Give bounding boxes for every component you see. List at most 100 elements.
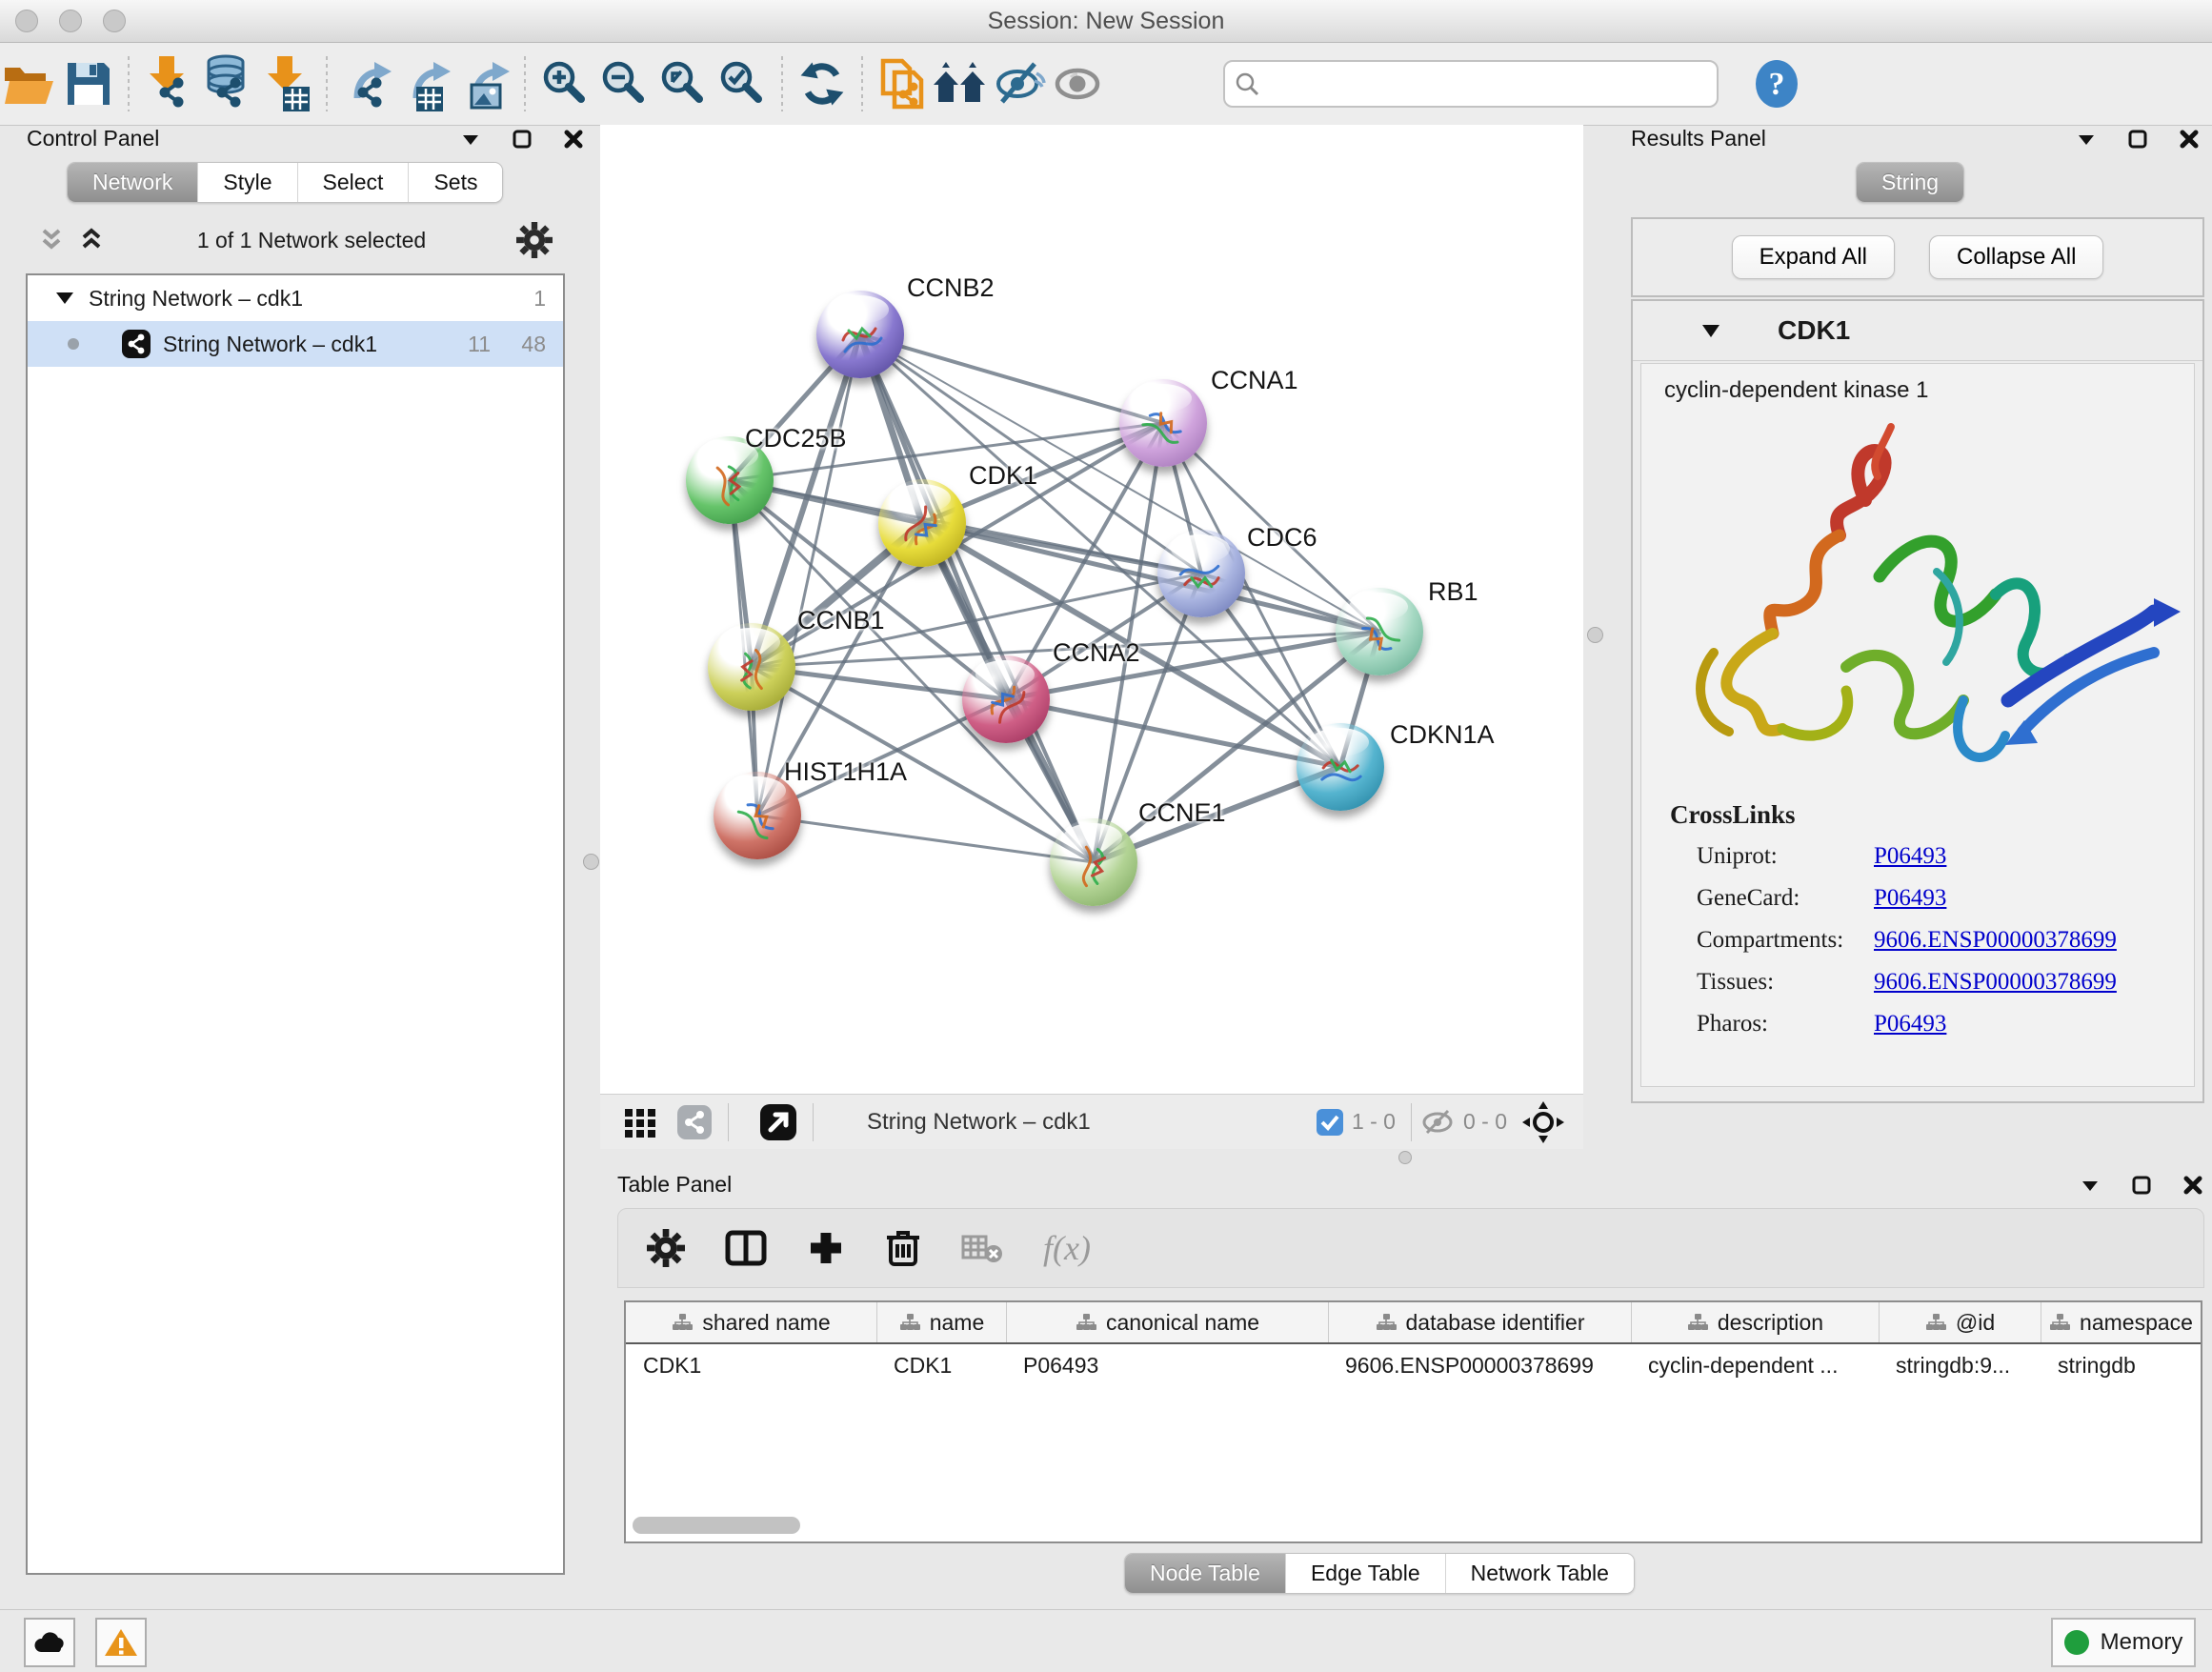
memory-button[interactable]: Memory <box>2051 1618 2196 1667</box>
add-column-icon[interactable] <box>807 1229 845 1267</box>
crosslink-label: Pharos: <box>1697 1011 1874 1037</box>
crosslink-value-link[interactable]: P06493 <box>1874 843 1946 870</box>
first-neighbors-icon[interactable] <box>932 54 991 113</box>
column-header-sharedname[interactable]: shared name <box>626 1302 876 1342</box>
network-share-icon[interactable] <box>676 1104 713 1140</box>
network-collection-row[interactable]: String Network – cdk1 1 <box>28 275 563 321</box>
cloud-status-button[interactable] <box>24 1618 75 1667</box>
tab-style[interactable]: Style <box>197 163 296 202</box>
node-CDKN1A[interactable] <box>1297 723 1384 811</box>
birdseye-grid-icon[interactable] <box>623 1105 657 1139</box>
node-CCNA2[interactable] <box>962 655 1050 743</box>
tab-sets[interactable]: Sets <box>408 163 502 202</box>
export-network-icon[interactable] <box>337 54 396 113</box>
table-panel-menu-icon[interactable] <box>2079 1174 2101 1197</box>
node-CCNE1[interactable] <box>1050 818 1137 906</box>
cell-canonicalname[interactable]: P06493 <box>1006 1353 1328 1379</box>
table-options-gear-icon[interactable] <box>647 1229 685 1267</box>
edge-CCNB2-HIST1H1A[interactable] <box>757 334 860 816</box>
node-CCNB1[interactable] <box>708 623 795 711</box>
save-session-icon[interactable] <box>59 54 118 113</box>
results-panel-menu-icon[interactable] <box>2075 128 2098 151</box>
cell-databaseidentifier[interactable]: 9606.ENSP00000378699 <box>1328 1353 1631 1379</box>
crosslink-value-link[interactable]: P06493 <box>1874 1011 1946 1037</box>
tab-string[interactable]: String <box>1857 163 1963 202</box>
help-icon[interactable]: ? <box>1747 54 1806 113</box>
control-panel-float-icon[interactable] <box>511 128 533 151</box>
apply-layout-icon[interactable] <box>793 54 852 113</box>
cell-sharedname[interactable]: CDK1 <box>626 1353 876 1379</box>
table-horizontal-scrollbar[interactable] <box>633 1517 800 1534</box>
results-panel-close-icon[interactable] <box>2178 128 2201 151</box>
zoom-out-icon[interactable] <box>594 54 654 113</box>
tab-node-table[interactable]: Node Table <box>1125 1554 1285 1593</box>
cell-description[interactable]: cyclin-dependent ... <box>1631 1353 1879 1379</box>
node-CCNA1[interactable] <box>1119 379 1207 467</box>
expand-all-button[interactable]: Expand All <box>1732 235 1895 279</box>
warning-status-button[interactable] <box>95 1618 147 1667</box>
network-canvas[interactable]: CCNB2 CCNA1 CDC25B CDK1 CDC6 <box>600 125 1583 1094</box>
tab-select[interactable]: Select <box>297 163 409 202</box>
cell-id[interactable]: stringdb:9... <box>1879 1353 2041 1379</box>
tab-network[interactable]: Network <box>68 163 197 202</box>
zoom-selected-icon[interactable] <box>713 54 772 113</box>
open-file-icon[interactable] <box>0 54 59 113</box>
network-options-gear-icon[interactable] <box>516 222 553 258</box>
right-splitter-handle[interactable] <box>1587 627 1603 643</box>
import-network-from-database-icon[interactable] <box>198 54 257 113</box>
delete-column-trash-icon[interactable] <box>885 1228 921 1268</box>
show-columns-icon[interactable] <box>725 1229 767 1267</box>
crosslink-value-link[interactable]: 9606.ENSP00000378699 <box>1874 927 2117 954</box>
node-RB1[interactable] <box>1336 588 1423 675</box>
tab-edge-table[interactable]: Edge Table <box>1285 1554 1445 1593</box>
search-input[interactable] <box>1259 71 1663 97</box>
show-all-icon[interactable] <box>1050 54 1109 113</box>
open-in-new-window-icon[interactable] <box>759 1103 797 1141</box>
column-type-icon <box>899 1313 920 1332</box>
column-header-namespace[interactable]: namespace <box>2041 1302 2201 1342</box>
column-header-name[interactable]: name <box>876 1302 1006 1342</box>
cell-namespace[interactable]: stringdb <box>2041 1353 2201 1379</box>
control-panel-menu-icon[interactable] <box>459 128 482 151</box>
edge-CCNE1-HIST1H1A[interactable] <box>757 816 1094 862</box>
control-panel-close-icon[interactable] <box>562 128 585 151</box>
hide-selected-icon[interactable] <box>991 54 1050 113</box>
zoom-fit-icon[interactable] <box>654 54 713 113</box>
collection-expand-icon[interactable] <box>54 288 75 309</box>
zoom-in-icon[interactable] <box>535 54 594 113</box>
search-box[interactable] <box>1223 60 1719 108</box>
cell-name[interactable]: CDK1 <box>876 1353 1006 1379</box>
collapse-all-button[interactable]: Collapse All <box>1929 235 2103 279</box>
selected-checkbox-icon[interactable] <box>1316 1108 1344 1137</box>
expand-all-networks-icon[interactable] <box>76 225 107 255</box>
edge-CCNA2-CDKN1A[interactable] <box>1006 699 1340 767</box>
node-CCNB2[interactable] <box>816 291 904 378</box>
import-table-icon[interactable] <box>257 54 316 113</box>
crosslink-row: Uniprot:P06493 <box>1641 836 2194 877</box>
left-splitter-handle[interactable] <box>583 854 599 870</box>
node-CDC6[interactable] <box>1157 530 1245 617</box>
edge-CCNB2-CCNA1[interactable] <box>860 334 1163 423</box>
results-panel-float-icon[interactable] <box>2126 128 2149 151</box>
crosslink-value-link[interactable]: 9606.ENSP00000378699 <box>1874 969 2117 996</box>
import-network-icon[interactable] <box>139 54 198 113</box>
export-image-icon[interactable] <box>455 54 514 113</box>
column-header-canonicalname[interactable]: canonical name <box>1006 1302 1328 1342</box>
copy-document-icon[interactable] <box>873 54 932 113</box>
node-CDK1[interactable] <box>878 479 966 567</box>
export-table-icon[interactable] <box>396 54 455 113</box>
protein-collapse-icon[interactable] <box>1699 319 1722 342</box>
bottom-splitter-handle[interactable] <box>1398 1151 1412 1164</box>
collapse-all-networks-icon[interactable] <box>36 225 67 255</box>
column-header-databaseidentifier[interactable]: database identifier <box>1328 1302 1631 1342</box>
fit-crosshair-icon[interactable] <box>1522 1101 1564 1143</box>
table-panel-float-icon[interactable] <box>2130 1174 2153 1197</box>
tab-network-table[interactable]: Network Table <box>1445 1554 1634 1593</box>
network-row-selected[interactable]: String Network – cdk1 11 48 <box>28 321 563 367</box>
column-header-id[interactable]: @id <box>1879 1302 2041 1342</box>
window-title: Session: New Session <box>0 8 2212 35</box>
crosslink-value-link[interactable]: P06493 <box>1874 885 1946 912</box>
table-row[interactable]: CDK1CDK1P064939606.ENSP00000378699cyclin… <box>626 1344 2201 1386</box>
table-panel-close-icon[interactable] <box>2182 1174 2204 1197</box>
column-header-description[interactable]: description <box>1631 1302 1879 1342</box>
